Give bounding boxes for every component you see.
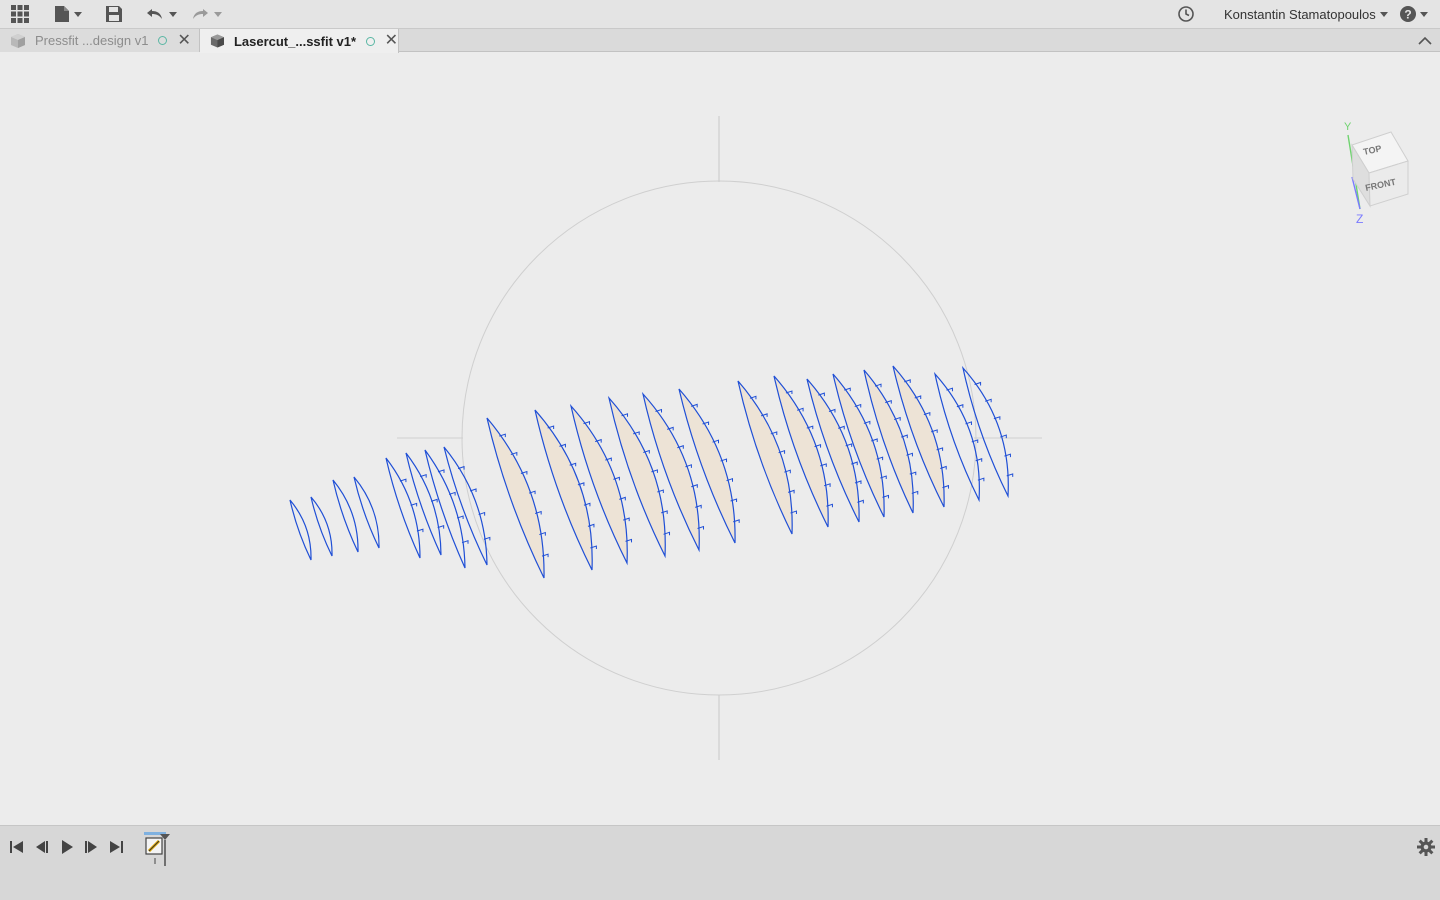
sketch-canvas-svg[interactable]	[0, 53, 1440, 825]
redo-button[interactable]	[190, 3, 222, 25]
y-axis-label: Y	[1344, 121, 1352, 133]
timeline-go-to-start-button[interactable]	[8, 838, 26, 856]
timeline-settings-button[interactable]	[1416, 837, 1436, 860]
step-forward-icon	[85, 841, 97, 853]
svg-text:?: ?	[1404, 8, 1411, 22]
tab-lasercut-pressfit[interactable]: Lasercut_...ssfit v1* ✕	[200, 29, 399, 53]
tab-label: Lasercut_...ssfit v1*	[233, 33, 357, 49]
user-account-menu[interactable]: Konstantin Stamatopoulos	[1224, 7, 1388, 22]
collapse-tabs-button[interactable]	[1418, 34, 1432, 49]
file-menu-button[interactable]	[54, 3, 82, 25]
close-icon[interactable]: ✕	[177, 32, 190, 49]
sync-status-icon	[158, 36, 168, 45]
undo-button[interactable]	[145, 3, 177, 25]
sync-status-icon	[366, 36, 375, 46]
timeline-step-back-button[interactable]	[33, 838, 51, 856]
undo-icon	[147, 9, 162, 19]
chevron-down-icon	[169, 11, 177, 17]
chevron-down-icon	[74, 11, 82, 17]
design-cube-icon	[11, 33, 25, 48]
z-axis-label: Z	[1356, 212, 1363, 226]
rib-profile[interactable]	[289, 499, 312, 561]
close-icon[interactable]: ✕	[385, 33, 398, 49]
job-status-button[interactable]	[1177, 3, 1195, 25]
chevron-up-icon	[1418, 36, 1432, 45]
user-name-label: Konstantin Stamatopoulos	[1224, 7, 1376, 22]
rib-profile[interactable]	[385, 457, 421, 559]
rib-profile[interactable]	[443, 446, 488, 566]
apps-grid-icon[interactable]	[10, 3, 30, 25]
tab-label: Pressfit ...design v1	[35, 33, 149, 48]
skip-back-icon	[10, 841, 23, 853]
timeline-sketch-feature[interactable]	[143, 832, 175, 871]
design-canvas[interactable]: Y Z TOP FRONT	[0, 53, 1440, 825]
chevron-down-icon	[1379, 12, 1388, 17]
tab-pressfit-design[interactable]: Pressfit ...design v1 ✕	[0, 29, 200, 52]
top-toolbar: Konstantin Stamatopoulos ?	[0, 0, 1440, 29]
document-tab-bar: Pressfit ...design v1 ✕ Lasercut_...ssfi…	[0, 29, 1440, 53]
design-cube-icon	[210, 34, 225, 48]
rib-profile[interactable]	[332, 479, 359, 553]
sketch-profiles-group[interactable]	[289, 365, 1014, 579]
timeline-bar	[0, 825, 1440, 900]
play-icon	[62, 840, 73, 854]
help-icon: ?	[1400, 6, 1416, 22]
save-icon	[106, 6, 122, 22]
skip-forward-icon	[110, 841, 123, 853]
chevron-down-icon	[1420, 11, 1428, 17]
timeline-go-to-end-button[interactable]	[107, 838, 125, 856]
rib-profile[interactable]	[486, 417, 545, 579]
viewcube[interactable]: Y Z TOP FRONT	[1336, 117, 1426, 227]
help-menu-button[interactable]: ?	[1399, 3, 1428, 25]
step-back-icon	[36, 841, 48, 853]
redo-icon	[193, 9, 208, 19]
chevron-down-icon	[214, 11, 222, 17]
rib-profile[interactable]	[310, 496, 333, 557]
timeline-step-forward-button[interactable]	[82, 838, 100, 856]
file-icon	[55, 6, 69, 22]
save-button[interactable]	[105, 3, 123, 25]
job-status-icon	[1178, 6, 1194, 22]
gear-icon	[1417, 838, 1435, 856]
timeline-play-button[interactable]	[58, 838, 76, 856]
